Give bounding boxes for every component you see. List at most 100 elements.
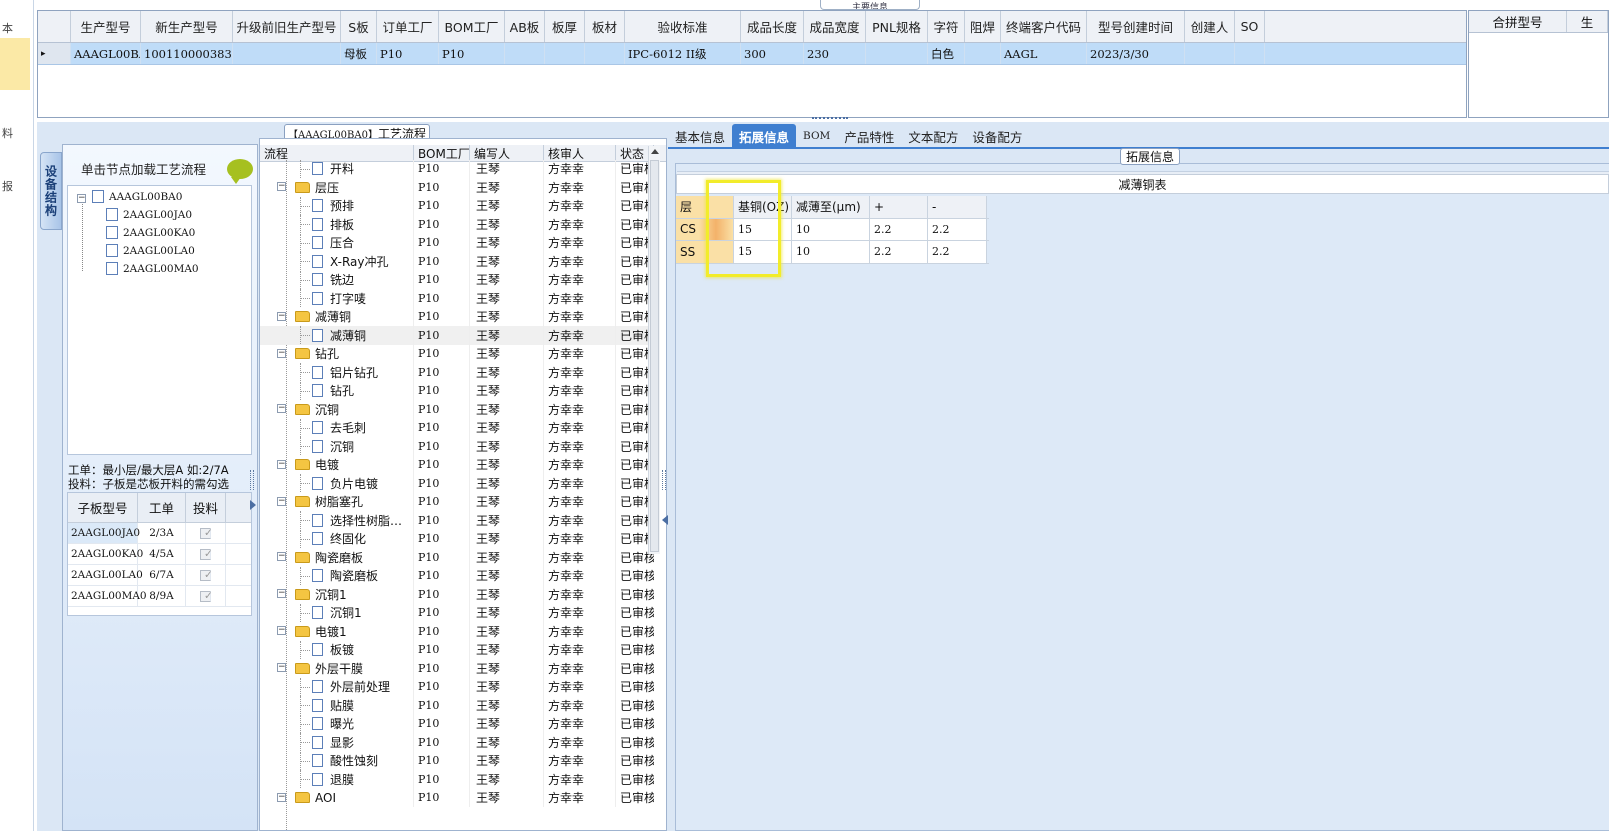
process-row[interactable]: 打字唛 P10 王琴 方幸幸 已审核 [260, 289, 654, 308]
column-header[interactable]: 字符 [928, 11, 965, 42]
sub-board-col-feed[interactable]: 投料 [186, 493, 226, 522]
process-row[interactable]: 酸性蚀刻 P10 王琴 方幸幸 已审核 [260, 751, 654, 770]
process-row[interactable]: − 沉铜 P10 王琴 方幸幸 已审核 [260, 400, 654, 419]
product-model-grid-row[interactable]: ▸AAAGL00BA010011000038376母板P10P10IPC-601… [38, 43, 1466, 65]
column-header[interactable]: 验收标准 [625, 11, 741, 42]
grid-cell[interactable] [233, 43, 341, 64]
process-row[interactable]: X-Ray冲孔 P10 王琴 方幸幸 已审核 [260, 252, 654, 271]
tab-bom[interactable]: BOM [796, 124, 837, 148]
tree-node-child[interactable]: 2AAGL00MA0 [106, 262, 199, 275]
feed-checkbox[interactable]: ✓ [200, 527, 213, 539]
grid-cell[interactable] [1235, 43, 1265, 64]
process-row[interactable]: 去毛刺 P10 王琴 方幸幸 已审核 [260, 418, 654, 437]
tree-collapse-icon[interactable]: − [277, 459, 286, 469]
left-nav-char-3[interactable]: 报 [2, 178, 13, 194]
process-row[interactable]: − AOI P10 王琴 方幸幸 已审核 [260, 788, 654, 807]
process-row[interactable]: 铣边 P10 王琴 方幸幸 已审核 [260, 270, 654, 289]
grid-cell[interactable]: AAGL [1001, 43, 1087, 64]
column-header[interactable]: 成品长度 [741, 11, 804, 42]
process-row[interactable]: 终固化 P10 王琴 方幸幸 已审核 [260, 529, 654, 548]
tree-collapse-icon[interactable]: − [277, 311, 286, 321]
process-scrollbar[interactable] [648, 146, 660, 554]
tree-collapse-icon[interactable]: − [277, 792, 286, 802]
scroll-up-arrow-icon[interactable] [651, 149, 659, 154]
grid-cell[interactable]: 230 [804, 43, 866, 64]
process-row[interactable]: 板镀 P10 王琴 方幸幸 已审核 [260, 640, 654, 659]
copper-plus-tol[interactable]: 2.2 [870, 241, 928, 263]
grid-cell[interactable]: 300 [741, 43, 804, 64]
column-header[interactable]: 成品宽度 [804, 11, 866, 42]
feed-checkbox[interactable]: ✓ [200, 590, 213, 602]
grid-cell[interactable]: 白色 [928, 43, 965, 64]
process-row[interactable]: 外层前处理 P10 王琴 方幸幸 已审核 [260, 677, 654, 696]
column-header[interactable]: 终端客户代码 [1001, 11, 1087, 42]
grid-cell[interactable]: 2023/3/30 [1087, 43, 1185, 64]
process-row[interactable]: − 沉铜1 P10 王琴 方幸幸 已审核 [260, 585, 654, 604]
column-header[interactable]: BOM工厂 [439, 11, 505, 42]
grid-cell[interactable] [545, 43, 585, 64]
sub-board-col-order[interactable]: 工单 [138, 493, 186, 522]
tab-extended-info[interactable]: 拓展信息 [732, 124, 797, 148]
sub-board-order[interactable]: 8/9A [138, 586, 186, 606]
tab-text-recipe[interactable]: 文本配方 [901, 124, 965, 148]
process-row[interactable]: 开料 P10 王琴 方幸幸 已审核 [260, 159, 654, 178]
tree-collapse-icon[interactable]: − [277, 182, 286, 191]
tree-collapse-icon[interactable]: − [77, 194, 86, 203]
process-row[interactable]: − 电镀1 P10 王琴 方幸幸 已审核 [260, 622, 654, 641]
tree-collapse-icon[interactable]: − [277, 348, 286, 358]
grid-cell[interactable] [866, 43, 928, 64]
sub-board-order[interactable]: 6/7A [138, 565, 186, 585]
process-row[interactable]: 曝光 P10 王琴 方幸幸 已审核 [260, 714, 654, 733]
process-row[interactable]: 贴膜 P10 王琴 方幸幸 已审核 [260, 696, 654, 715]
tab-basic-info[interactable]: 基本信息 [668, 124, 732, 148]
column-header[interactable]: 订单工厂 [377, 11, 439, 42]
splitter-grip-mid[interactable] [662, 470, 666, 490]
column-header[interactable]: 板厚 [545, 11, 585, 42]
tree-collapse-icon[interactable]: − [277, 589, 286, 598]
sub-board-order[interactable]: 2/3A [138, 523, 186, 543]
grid-cell[interactable]: 母板 [341, 43, 377, 64]
scrollbar-thumb[interactable] [650, 160, 659, 552]
process-row[interactable]: 负片电镀 P10 王琴 方幸幸 已审核 [260, 474, 654, 493]
copper-minus-tol[interactable]: 2.2 [928, 241, 987, 263]
splitter-arrow-icon[interactable] [250, 500, 256, 510]
process-row[interactable]: 选择性树脂… P10 王琴 方幸幸 已审核 [260, 511, 654, 530]
process-row[interactable]: 陶瓷磨板 P10 王琴 方幸幸 已审核 [260, 566, 654, 585]
process-row[interactable]: 沉铜 P10 王琴 方幸幸 已审核 [260, 437, 654, 456]
left-nav-char-2[interactable]: 料 [2, 125, 13, 141]
copper-col-reduce-to[interactable]: 减薄至(μm) [792, 196, 870, 218]
process-row[interactable]: 钻孔 P10 王琴 方幸幸 已审核 [260, 381, 654, 400]
column-header[interactable]: AB板 [505, 11, 545, 42]
process-row[interactable]: 压合 P10 王琴 方幸幸 已审核 [260, 233, 654, 252]
sub-board-row[interactable]: 2AAGL00JA0 2/3A ✓ [68, 523, 251, 544]
process-row[interactable]: 预排 P10 王琴 方幸幸 已审核 [260, 196, 654, 215]
tree-node-child[interactable]: 2AAGL00JA0 [106, 208, 192, 221]
sub-board-col-model[interactable]: 子板型号 [68, 493, 138, 522]
grid-cell[interactable]: IPC-6012 II级 [625, 43, 741, 64]
tab-product-features[interactable]: 产品特性 [837, 124, 901, 148]
process-row[interactable]: 铝片钻孔 P10 王琴 方幸幸 已审核 [260, 363, 654, 382]
process-row[interactable]: 减薄铜 P10 王琴 方幸幸 已审核 [260, 326, 654, 345]
process-row[interactable]: − 树脂塞孔 P10 王琴 方幸幸 已审核 [260, 492, 654, 511]
copper-minus-tol[interactable]: 2.2 [928, 218, 987, 240]
grid-cell[interactable]: P10 [377, 43, 439, 64]
merge-model-col-header-2[interactable]: 生 [1567, 11, 1608, 32]
grid-cell[interactable] [1185, 43, 1235, 64]
grid-cell[interactable] [585, 43, 625, 64]
tree-collapse-icon[interactable]: − [277, 626, 286, 635]
sub-board-row[interactable]: 2AAGL00MA0 8/9A ✓ [68, 586, 251, 607]
row-indicator-icon[interactable]: ▸ [38, 43, 71, 64]
copper-plus-tol[interactable]: 2.2 [870, 218, 928, 240]
grid-cell[interactable]: P10 [439, 43, 505, 64]
process-row[interactable]: 排板 P10 王琴 方幸幸 已审核 [260, 215, 654, 234]
process-row[interactable]: − 外层干膜 P10 王琴 方幸幸 已审核 [260, 659, 654, 678]
column-header[interactable]: S板 [341, 11, 377, 42]
tree-collapse-icon[interactable]: − [277, 404, 286, 413]
tree-node-root[interactable]: AAAGL00BA0 [92, 190, 182, 203]
feed-checkbox[interactable]: ✓ [200, 548, 213, 560]
grid-cell[interactable] [965, 43, 1001, 64]
process-row[interactable]: − 电镀 P10 王琴 方幸幸 已审核 [260, 455, 654, 474]
tree-collapse-icon[interactable]: − [277, 552, 286, 561]
copper-col-minus[interactable]: - [928, 196, 987, 218]
column-header[interactable]: 新生产型号 [141, 11, 233, 42]
